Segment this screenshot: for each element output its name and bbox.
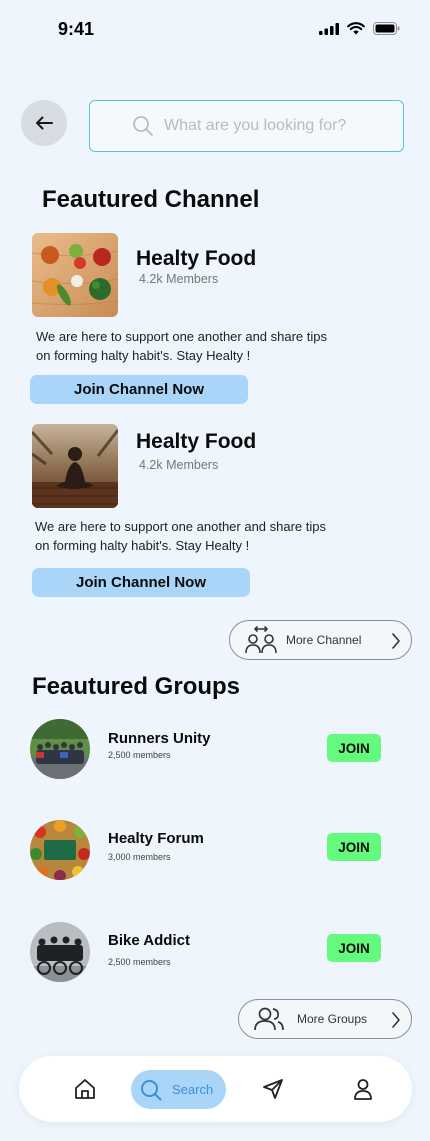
join-group-button[interactable]: JOIN — [327, 833, 381, 861]
join-channel-button[interactable]: Join Channel Now — [30, 375, 248, 404]
group-members: 2,500 members — [108, 750, 171, 760]
join-group-button[interactable]: JOIN — [327, 934, 381, 962]
more-groups-button[interactable]: More Groups — [238, 999, 412, 1039]
join-channel-button[interactable]: Join Channel Now — [32, 568, 250, 597]
group-avatar-healthy-forum[interactable] — [30, 820, 90, 880]
battery-icon — [373, 22, 400, 35]
channel-image-healthy-food[interactable] — [32, 233, 118, 317]
featured-groups-title: Feautured Groups — [32, 673, 241, 700]
channel-image-yoga[interactable] — [32, 424, 118, 508]
channel-name[interactable]: Healty Food — [136, 430, 256, 454]
search-input[interactable] — [164, 117, 374, 135]
wifi-icon — [347, 22, 365, 35]
profile-icon — [354, 1079, 372, 1100]
group-avatar-runners[interactable] — [30, 719, 90, 779]
channel-name[interactable]: Healty Food — [136, 247, 256, 271]
group-avatar-bike-addict[interactable] — [30, 922, 90, 982]
nav-search-label: Search — [172, 1082, 214, 1097]
channel-members: 4.2k Members — [139, 458, 219, 472]
home-icon — [75, 1079, 95, 1099]
group-name[interactable]: Runners Unity — [108, 730, 211, 747]
channel-people-icon — [245, 626, 277, 654]
status-bar: 9:41 — [0, 0, 430, 56]
group-members: 2,500 members — [108, 957, 171, 967]
bottom-nav: Search — [19, 1056, 412, 1122]
group-name[interactable]: Bike Addict — [108, 932, 190, 949]
groups-people-icon — [254, 1007, 284, 1031]
back-button[interactable] — [21, 100, 67, 146]
nav-profile[interactable] — [350, 1056, 376, 1122]
nav-search[interactable]: Search — [131, 1070, 226, 1109]
channel-description: We are here to support one another and s… — [36, 329, 328, 363]
group-members: 3,000 members — [108, 852, 171, 862]
search-icon — [132, 115, 154, 137]
search-field[interactable] — [89, 100, 404, 152]
more-groups-label: More Groups — [297, 1012, 368, 1026]
more-channel-label: More Channel — [286, 633, 362, 647]
send-icon — [263, 1079, 283, 1099]
group-name[interactable]: Healty Forum — [108, 830, 204, 847]
chevron-right-icon — [391, 632, 401, 650]
nav-send[interactable] — [259, 1056, 287, 1122]
join-group-button[interactable]: JOIN — [327, 734, 381, 762]
channel-members: 4.2k Members — [139, 272, 219, 286]
search-icon — [141, 1079, 162, 1100]
channel-description: We are here to support one another and s… — [35, 519, 327, 553]
nav-home[interactable] — [69, 1056, 101, 1122]
more-channel-button[interactable]: More Channel — [229, 620, 412, 660]
status-time: 9:41 — [58, 19, 95, 39]
status-icons — [319, 22, 400, 35]
chevron-right-icon — [391, 1011, 401, 1029]
back-arrow-icon — [36, 116, 53, 130]
featured-channel-title: Feautured Channel — [42, 186, 260, 213]
signal-icon — [319, 22, 339, 35]
